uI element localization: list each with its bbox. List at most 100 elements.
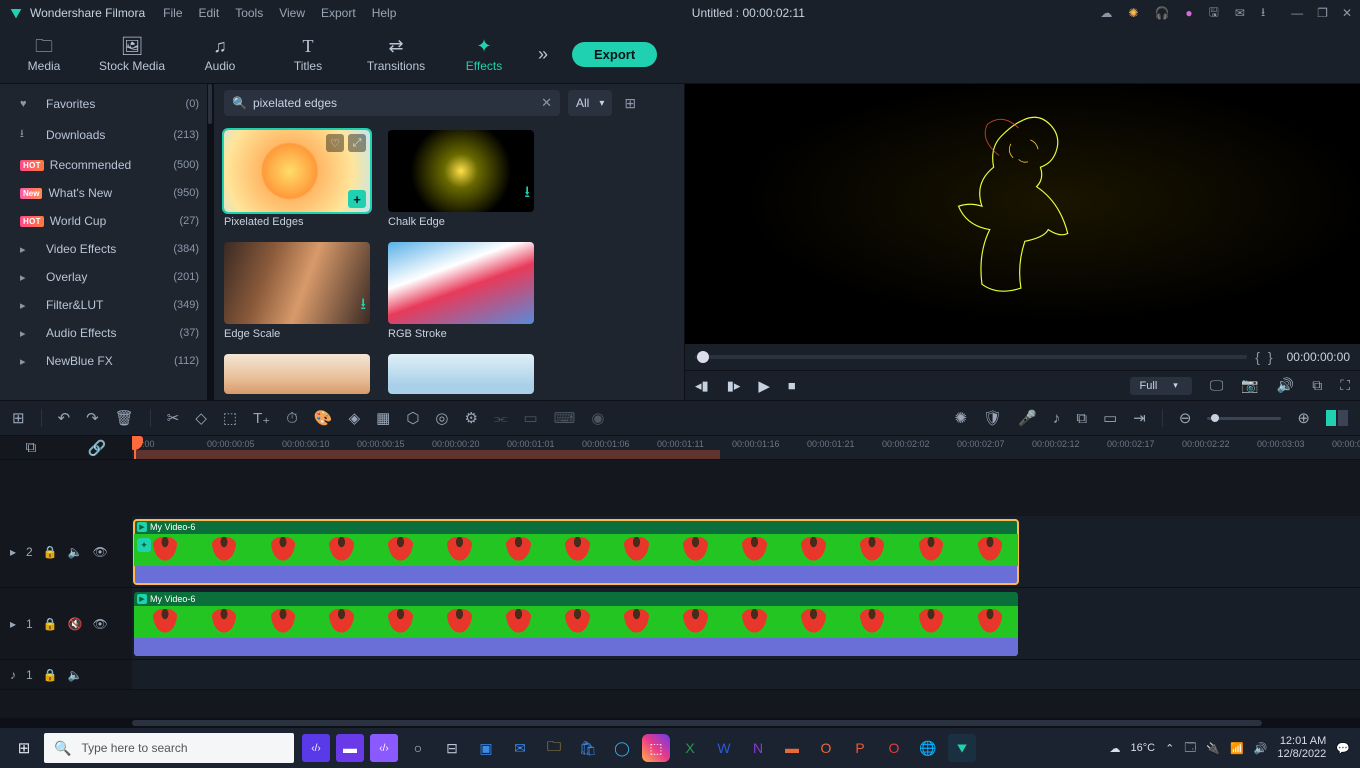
mark-out-icon[interactable]: }	[1268, 349, 1273, 365]
effect-card[interactable]: ♡⤢+Pixelated Edges	[224, 130, 374, 228]
taskbar-store-icon[interactable]: 🛍	[574, 734, 602, 762]
effect-thumbnail[interactable]	[388, 354, 534, 394]
taskbar-instagram-icon[interactable]: ⬚	[642, 734, 670, 762]
marker-icon[interactable]: ◇	[195, 409, 207, 427]
favorite-icon[interactable]: ♡	[326, 134, 344, 152]
snapshot-icon[interactable]: 📷	[1241, 377, 1258, 394]
cut-icon[interactable]: ✂	[167, 409, 180, 427]
effect-card[interactable]	[388, 354, 538, 394]
shield-icon[interactable]: 🛡	[983, 409, 1002, 427]
mic-icon[interactable]: 🎤	[1018, 409, 1037, 427]
taskbar-explorer-icon[interactable]: 🗀	[540, 734, 568, 762]
zoom-slider[interactable]	[1207, 417, 1281, 420]
record-icon[interactable]: ◉	[591, 409, 604, 427]
effect-thumbnail[interactable]	[388, 242, 534, 324]
timeline-layout-toggle[interactable]	[1326, 410, 1348, 426]
track-visibility-icon[interactable]: 👁	[93, 617, 108, 631]
audio-mixer-icon[interactable]: ♪	[1053, 410, 1061, 427]
clip-myvideo6-track2[interactable]: ▶My Video-6	[134, 520, 1018, 584]
maximize-button[interactable]: ❐	[1317, 6, 1328, 20]
cloud-icon[interactable]: ☁	[1100, 6, 1112, 20]
scrub-bar[interactable]	[695, 355, 1247, 359]
minimize-button[interactable]: —	[1291, 6, 1303, 20]
scrub-handle[interactable]	[697, 351, 709, 363]
zoom-handle[interactable]	[1211, 414, 1219, 422]
zoom-out-icon[interactable]: ⊖	[1179, 409, 1192, 427]
save-icon[interactable]: 🖫	[1209, 3, 1219, 24]
track-expand-icon[interactable]: ▸	[10, 545, 16, 559]
track-lane-1[interactable]: ▶My Video-6	[132, 588, 1360, 659]
speed-icon[interactable]: ⏱	[286, 410, 298, 427]
menu-edit[interactable]: Edit	[199, 6, 220, 20]
select-icon[interactable]: ▭	[1103, 409, 1117, 427]
mark-in-icon[interactable]: {	[1255, 349, 1260, 365]
render-icon[interactable]: ▭	[523, 409, 537, 427]
clear-search-icon[interactable]: ✕	[541, 95, 552, 111]
start-button[interactable]: ⊞	[4, 739, 44, 757]
tray-chevron-icon[interactable]: ⌃	[1165, 742, 1174, 755]
undo-icon[interactable]: ↶	[58, 409, 71, 427]
color-icon[interactable]: 🎨	[314, 409, 333, 427]
prev-frame-button[interactable]: ◂▮	[695, 378, 709, 394]
sidebar-item-favorites[interactable]: ♥Favorites(0)	[0, 90, 213, 118]
sidebar-item-overlay[interactable]: ▸Overlay(201)	[0, 263, 213, 291]
timeline-hscroll[interactable]	[0, 718, 1360, 728]
group-icon[interactable]: ⧉	[1076, 410, 1087, 427]
tracking-icon[interactable]: ◎	[435, 409, 448, 427]
taskview-icon[interactable]: ⊟	[438, 734, 466, 762]
sidebar-item-whats-new[interactable]: NewWhat's New(950)	[0, 179, 213, 207]
track-lock-icon[interactable]: 🔒	[43, 668, 58, 682]
mask-icon[interactable]: ⬡	[406, 409, 419, 427]
menu-file[interactable]: File	[163, 6, 182, 20]
tab-effects[interactable]: ✦Effects	[440, 31, 528, 79]
taskbar-filmora-icon[interactable]	[948, 734, 976, 762]
tray-datetime[interactable]: 12:01 AM 12/8/2022	[1277, 735, 1326, 761]
crop-icon[interactable]: ⬚	[223, 409, 237, 427]
redo-icon[interactable]: ↷	[86, 409, 99, 427]
more-tabs-icon[interactable]: »	[538, 44, 548, 65]
weather-icon[interactable]: ☁	[1110, 742, 1121, 755]
effect-card[interactable]: ⭳Edge Scale	[224, 242, 374, 340]
audio-sync-icon[interactable]: ⫘	[494, 410, 508, 427]
idea-icon[interactable]: ✺	[1128, 6, 1138, 20]
marker-add-icon[interactable]: ⇥	[1133, 409, 1146, 427]
search-input[interactable]	[253, 96, 541, 110]
taskbar-app-2-icon[interactable]: ▬	[778, 734, 806, 762]
pip-icon[interactable]: ⧉	[1312, 377, 1322, 394]
effect-thumbnail[interactable]: ♡⤢+	[224, 130, 370, 212]
taskbar-onenote-icon[interactable]: N	[744, 734, 772, 762]
stop-button[interactable]: ■	[788, 378, 796, 393]
taskbar-outlook-icon[interactable]: O	[812, 734, 840, 762]
track-visibility-icon[interactable]: 👁	[93, 545, 108, 559]
weather-temp[interactable]: 16°C	[1131, 742, 1156, 754]
menu-help[interactable]: Help	[372, 6, 397, 20]
adjust-icon[interactable]: ⚙	[465, 409, 478, 427]
download-effect-icon[interactable]: ⭳	[524, 181, 530, 208]
download-effect-icon[interactable]: ⭳	[360, 293, 366, 320]
tab-titles[interactable]: TTitles	[264, 31, 352, 79]
menu-tools[interactable]: Tools	[235, 6, 263, 20]
audio-track-lane[interactable]	[132, 660, 1360, 689]
profile-icon[interactable]: ●	[1185, 6, 1192, 20]
tray-volume-icon[interactable]: 🔊	[1254, 742, 1268, 755]
cortana-icon[interactable]: ○	[404, 734, 432, 762]
next-frame-button[interactable]: ▮▸	[727, 378, 741, 394]
display-icon[interactable]: 🖵	[1210, 377, 1224, 394]
taskbar-excel-icon[interactable]: X	[676, 734, 704, 762]
tray-wifi-icon[interactable]: 📶	[1230, 742, 1244, 755]
menu-view[interactable]: View	[279, 6, 305, 20]
track-expand-icon[interactable]: ▸	[10, 617, 16, 631]
clip-myvideo6-track1[interactable]: ▶My Video-6	[134, 592, 1018, 656]
taskbar-chrome-icon[interactable]: 🌐	[914, 734, 942, 762]
track-lane-2[interactable]: ▶My Video-6 ✦	[132, 516, 1360, 587]
track-lock-icon[interactable]: 🔒	[43, 617, 58, 631]
taskbar-word-icon[interactable]: W	[710, 734, 738, 762]
zoom-in-icon[interactable]: ⊕	[1297, 409, 1310, 427]
track-mute-icon[interactable]: 🔈	[68, 668, 83, 682]
tab-audio[interactable]: ♫Audio	[176, 31, 264, 79]
expand-icon[interactable]: ⤢	[348, 134, 366, 152]
keyboard-icon[interactable]: ⌨	[554, 409, 576, 427]
export-button[interactable]: Export	[572, 42, 657, 67]
greenscreen-icon[interactable]: ▦	[376, 409, 390, 427]
effect-card[interactable]	[224, 354, 374, 394]
